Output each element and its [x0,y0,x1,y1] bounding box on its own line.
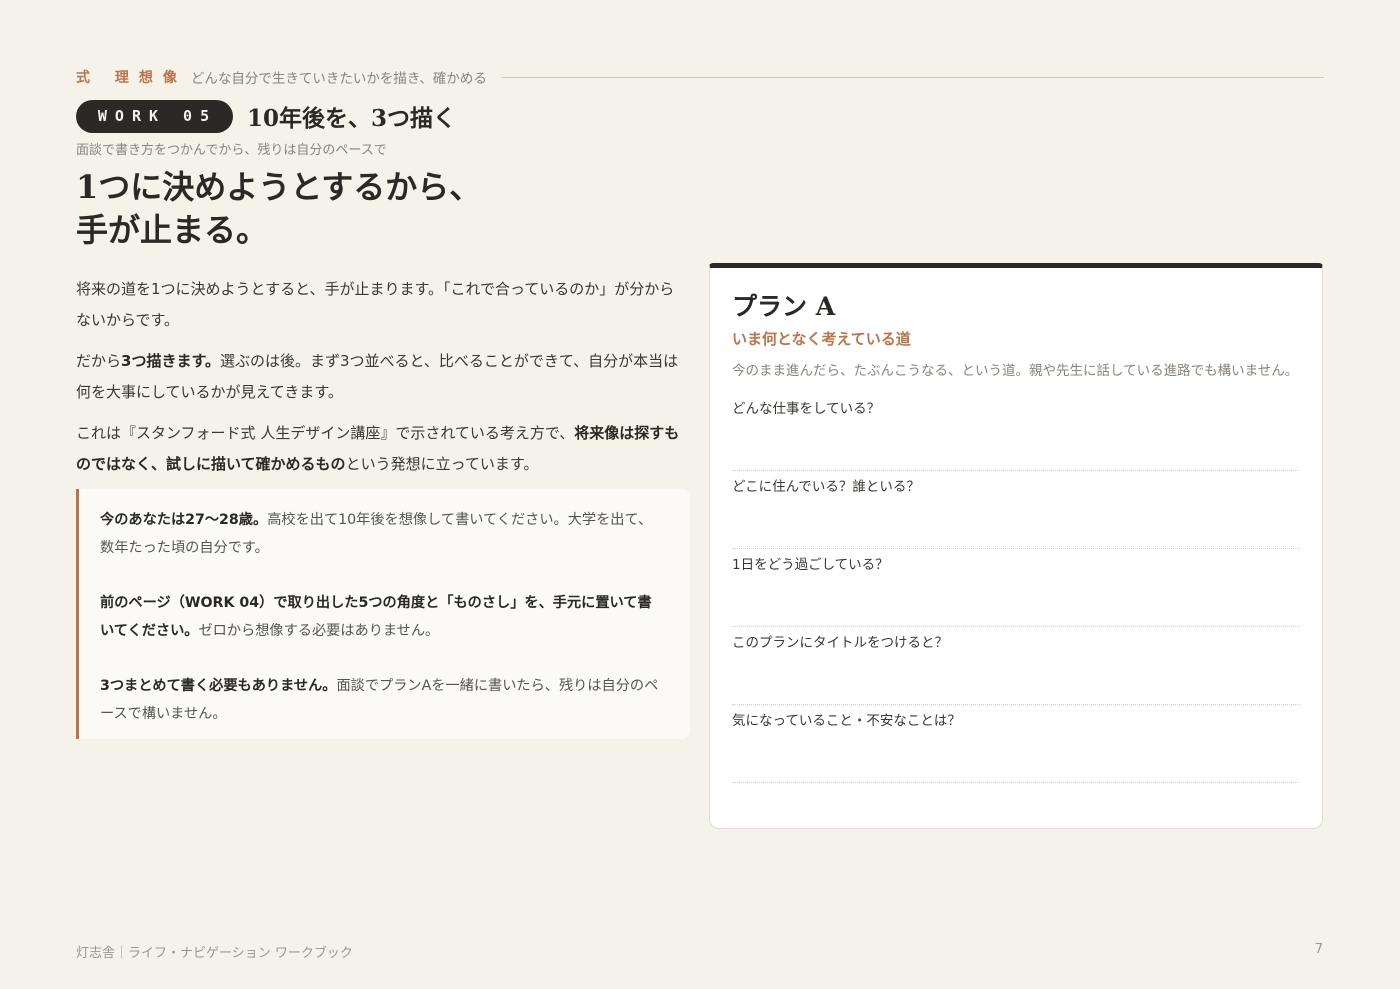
chapter-label: 式 理想像 [76,70,187,86]
body-p2-emphasis: 3つ描きます。 [121,352,220,370]
work-title: 10年後を、3つ描く [247,105,457,132]
body-p3-text-b: という発想に立っています。 [345,455,539,473]
note-paragraph-2: 前のページ（WORK 04）で取り出した5つの角度と「ものさし」を、手元に置いて… [100,589,664,645]
body-paragraph-2: だから3つ描きます。選ぶのは後。まず3つ並べると、比べることができて、自分が本当… [76,346,688,408]
note-3-emphasis: 3つまとめて書く必要もありません。 [100,678,337,694]
work-subcaption: 面談で書き方をつかんでから、残りは自分のペースで [76,143,387,158]
question-label: このプランにタイトルをつけると？ [732,635,948,651]
note-1-emphasis: 今のあなたは27〜28歳。 [100,512,268,528]
body-paragraph-1: 将来の道を1つに決めようとすると、手が止まります。「これで合っているのか」が分か… [76,274,688,336]
body-text: 将来の道を1つに決めようとすると、手が止まります。「これで合っているのか」が分か… [76,274,688,490]
question-field-plan-title[interactable]: このプランにタイトルをつけると？ [732,627,1300,705]
question-field-residence[interactable]: どこに住んでいる？誰といる？ [732,471,1300,549]
headline-line-2: 手が止まる。 [76,211,269,249]
note-paragraph-1: 今のあなたは27〜28歳。高校を出て10年後を想像して書いてください。大学を出て… [100,506,664,562]
question-label: どこに住んでいる？誰といる？ [732,479,920,495]
work-badge: WORK 05 [76,99,233,133]
chapter-divider [500,76,1324,78]
question-field-concerns[interactable]: 気になっていること・不安なことは？ [732,705,1300,783]
plan-a-card: プラン A いま何となく考えている道 今のまま進んだら、たぶんこうなる、という道… [709,263,1323,829]
body-paragraph-3: これは『スタンフォード式 人生デザイン講座』で示されている考え方で、将来像は探す… [76,418,688,480]
work-heading: WORK 05 10年後を、3つ描く [76,99,456,133]
question-field-work[interactable]: どんな仕事をしている？ [732,393,1300,471]
body-p3-text-a: これは『スタンフォード式 人生デザイン講座』で示されている考え方で、 [76,424,575,442]
plan-title: プラン A [732,292,836,321]
chapter-subtitle: どんな自分で生きていきたいかを描き、確かめる [190,71,487,87]
headline-line-1: 1つに決めようとするから、 [76,168,482,206]
page-number: 7 [1314,942,1323,957]
question-label: どんな仕事をしている？ [732,401,881,417]
body-p2-text-a: だから [76,352,122,370]
instruction-note: 今のあなたは27〜28歳。高校を出て10年後を想像して書いてください。大学を出て… [76,489,690,739]
question-label: 1日をどう過ごしている？ [732,557,889,573]
page-headline: 1つに決めようとするから、 手が止まる。 [76,166,481,252]
plan-description: 今のまま進んだら、たぶんこうなる、という道。親や先生に話している進路でも構いませ… [732,363,1299,379]
footer-publisher: 灯志舎｜ライフ・ナビゲーション ワークブック [76,946,353,961]
question-label: 気になっていること・不安なことは？ [732,713,961,729]
question-field-daily-life[interactable]: 1日をどう過ごしている？ [732,549,1300,627]
plan-questions: どんな仕事をしている？ どこに住んでいる？誰といる？ 1日をどう過ごしている？ … [732,393,1300,783]
note-paragraph-3: 3つまとめて書く必要もありません。面談でプランAを一緒に書いたら、残りは自分のペ… [100,672,664,728]
plan-subtitle: いま何となく考えている道 [732,330,911,348]
note-2-text: ゼロから想像する必要はありません。 [198,623,440,639]
chapter-header: 式 理想像 どんな自分で生きていきたいかを描き、確かめる [76,66,1324,88]
body-p1-text: 将来の道を1つに決めようとすると、手が止まります。「これで合っているのか」が分か… [76,280,675,329]
